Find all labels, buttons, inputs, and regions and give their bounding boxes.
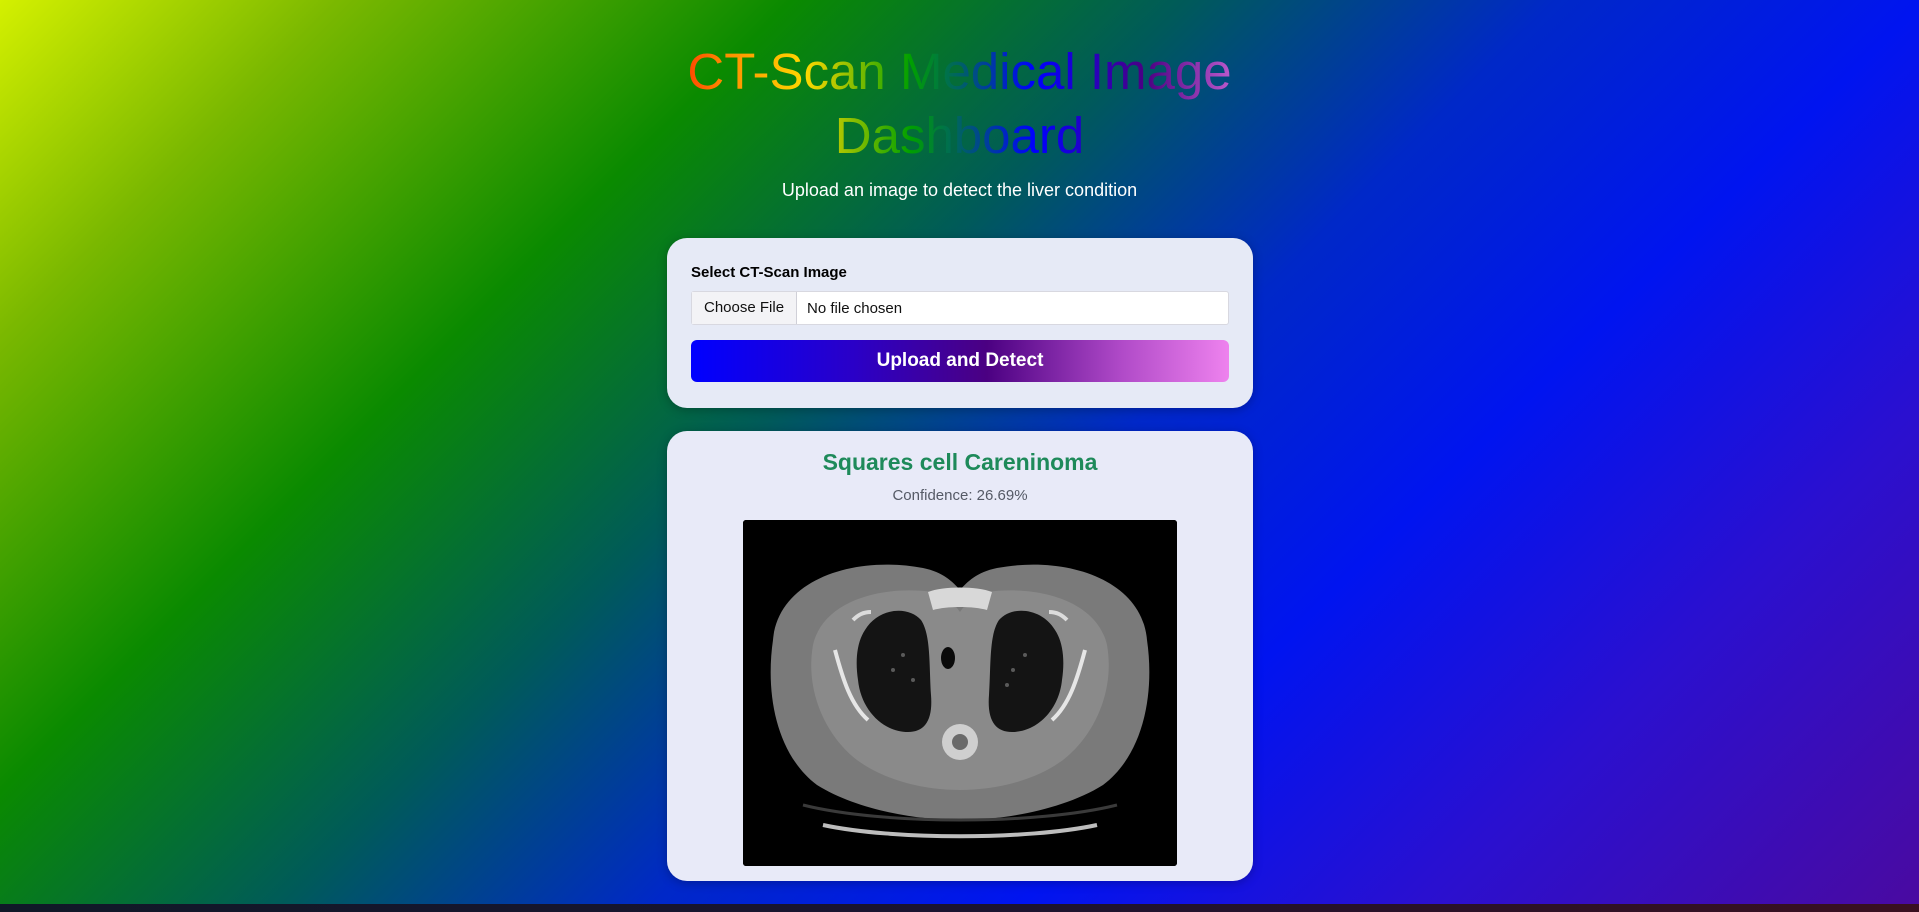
upload-form-card: Select CT-Scan Image Choose File No file… — [667, 238, 1253, 408]
file-input[interactable]: Choose File No file chosen — [691, 291, 1229, 325]
upload-and-detect-button[interactable]: Upload and Detect — [691, 340, 1229, 382]
result-card: Squares cell Careninoma Confidence: 26.6… — [667, 431, 1253, 881]
page-subtitle: Upload an image to detect the liver cond… — [781, 180, 1138, 200]
ct-scan-illustration — [743, 520, 1177, 866]
choose-file-button[interactable]: Choose File — [692, 292, 798, 324]
bottom-bar — [0, 904, 1919, 912]
ct-scan-image — [743, 520, 1177, 866]
page-title: CT-Scan Medical Image Dashboard — [650, 40, 1270, 168]
file-input-label: Select CT-Scan Image — [691, 264, 847, 281]
prediction-label: Squares cell Careninoma — [822, 449, 1098, 475]
page-header: CT-Scan Medical Image Dashboard Upload a… — [0, 40, 1919, 201]
confidence-text: Confidence: 26.69% — [892, 487, 1028, 504]
file-status-text: No file chosen — [807, 299, 903, 317]
